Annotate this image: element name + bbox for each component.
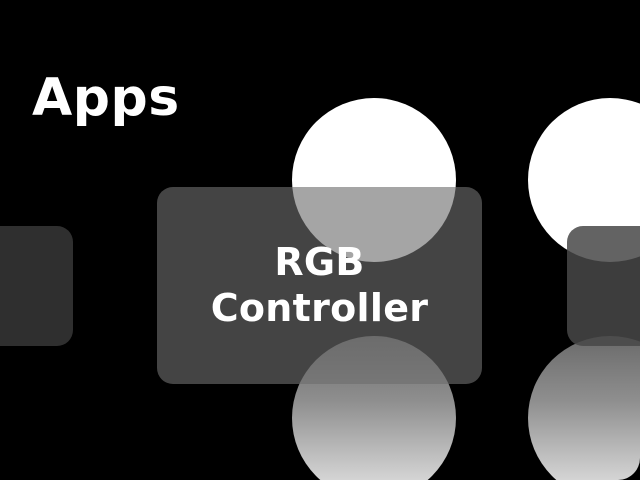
page-title: Apps [32,68,180,128]
app-icon-bottom-right [528,336,640,480]
app-card-previous[interactable] [0,226,73,346]
app-card-label: RGB Controller [210,239,429,330]
app-launcher-screen: Apps RGB Controller [0,0,640,480]
app-card-selected[interactable]: RGB Controller [157,187,482,384]
app-card-next[interactable] [567,226,640,346]
